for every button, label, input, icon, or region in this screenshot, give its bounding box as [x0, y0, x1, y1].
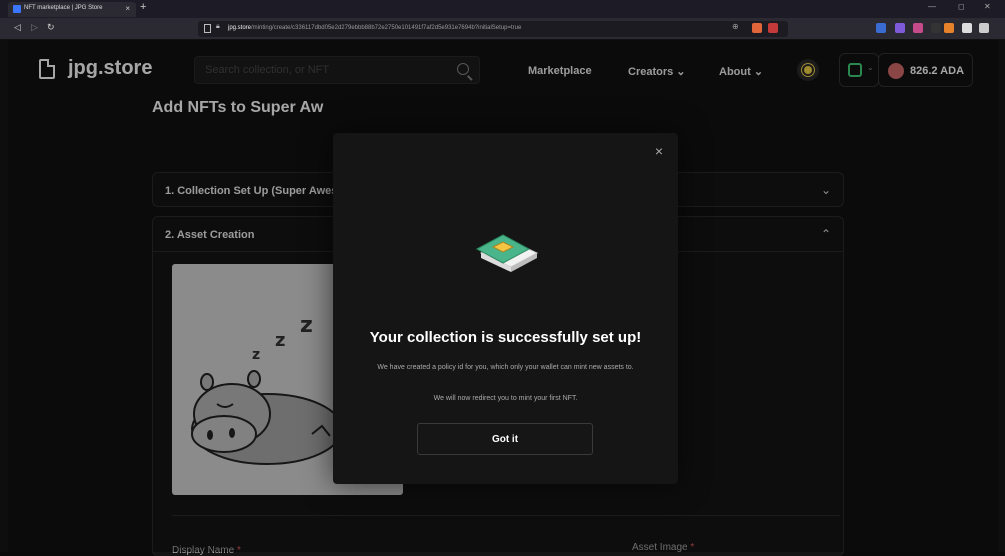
back-icon[interactable]: ◁ — [14, 22, 21, 33]
modal-redirect-text: We will now redirect you to mint your fi… — [433, 395, 578, 402]
close-window-icon[interactable]: ✕ — [984, 2, 991, 11]
sidebar-icon[interactable] — [979, 23, 989, 33]
brave-shield-icon[interactable] — [752, 23, 762, 33]
ticket-stack-icon — [475, 234, 539, 272]
modal-description: We have created a policy id for you, whi… — [377, 364, 634, 371]
url-path: /minting/create/c336117dbd05e2d279ebbb88… — [251, 25, 522, 31]
tab-title: NFT marketplace | JPG Store — [24, 5, 103, 11]
forward-icon[interactable]: ▷ — [31, 22, 38, 33]
favicon-icon — [13, 5, 21, 13]
extension-icon[interactable] — [895, 23, 905, 33]
new-tab-icon[interactable]: + — [140, 1, 146, 13]
success-modal: × Your collection is successfully set up… — [333, 133, 678, 484]
reload-icon[interactable]: ↻ — [47, 22, 55, 33]
extension-icon[interactable] — [913, 23, 923, 33]
close-tab-icon[interactable]: × — [125, 4, 130, 13]
url-host: jpg.store — [228, 25, 252, 31]
zoom-icon[interactable]: ⊕ — [732, 22, 739, 31]
lock-icon: 🔒︎ — [216, 23, 220, 30]
browser-window: NFT marketplace | JPG Store × + — ◻ ✕ ◁ … — [0, 0, 1005, 556]
extension-icon[interactable] — [931, 23, 941, 33]
bookmark-icon[interactable] — [204, 24, 211, 33]
modal-heading: Your collection is successfully set up! — [369, 329, 642, 346]
extension-icon[interactable] — [876, 23, 886, 33]
maximize-icon[interactable]: ◻ — [958, 2, 965, 11]
browser-tab[interactable]: NFT marketplace | JPG Store × — [8, 2, 136, 17]
tab-bar: NFT marketplace | JPG Store × + — ◻ ✕ — [0, 0, 1005, 18]
navigation-bar: ◁ ▷ ↻ 🔒︎ jpg.store/minting/create/c33611… — [0, 18, 1005, 40]
got-it-button[interactable]: Got it — [417, 423, 593, 455]
minimize-icon[interactable]: — — [928, 2, 936, 11]
close-icon[interactable]: × — [655, 143, 663, 159]
puzzle-icon[interactable] — [962, 23, 972, 33]
metamask-icon[interactable] — [944, 23, 954, 33]
address-bar[interactable]: 🔒︎ jpg.store/minting/create/c336117dbd05… — [198, 21, 788, 37]
rewards-icon[interactable] — [768, 23, 778, 33]
